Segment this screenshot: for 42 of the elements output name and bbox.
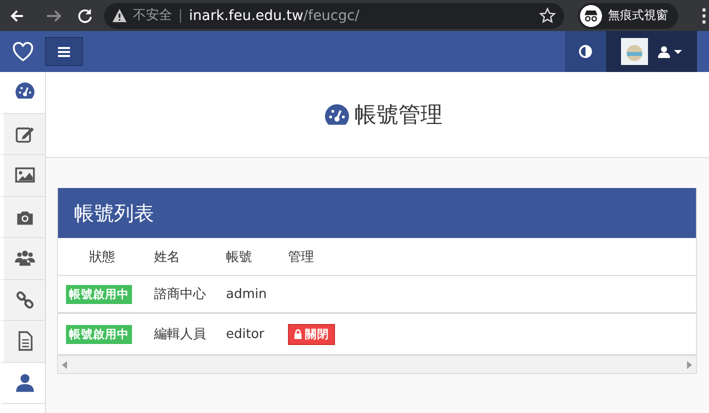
sidebar-item[interactable]: [0, 362, 45, 404]
lock-icon: [294, 329, 302, 339]
sidebar-item[interactable]: [0, 155, 45, 196]
more-icon[interactable]: [701, 6, 707, 24]
dashboard-icon: [324, 104, 348, 125]
url-text: inark.feu.edu.tw/feucgc/: [189, 8, 360, 24]
status-badge: 帳號啟用中: [66, 284, 132, 304]
sidebar-item[interactable]: [0, 280, 45, 321]
avatar-image: [621, 38, 648, 65]
sidebar-item[interactable]: [0, 321, 45, 362]
heart-icon[interactable]: [12, 42, 34, 62]
contrast-button[interactable]: [565, 31, 606, 72]
reload-icon[interactable]: [76, 6, 94, 24]
sidebar-item[interactable]: [0, 196, 45, 238]
column-header: 管理: [280, 238, 696, 276]
link-icon: [14, 290, 34, 310]
caret-icon: [674, 50, 682, 54]
user-icon: [658, 46, 670, 58]
contrast-icon: [579, 45, 592, 58]
status-badge: 帳號啟用中: [66, 324, 132, 344]
security-label: 不安全: [133, 8, 181, 22]
sidebar-item[interactable]: [0, 114, 45, 155]
profile-button[interactable]: 無痕式視窗: [578, 2, 678, 28]
incognito-icon: [580, 4, 602, 26]
column-header: 帳號: [218, 238, 280, 276]
sidebar-item[interactable]: [0, 238, 45, 280]
user-icon: [14, 372, 34, 393]
panel-header: 帳號列表: [58, 188, 696, 238]
warning-icon[interactable]: [112, 8, 127, 23]
table-cell: admin: [218, 276, 280, 313]
column-header: 狀態: [58, 238, 146, 276]
star-icon[interactable]: [539, 7, 556, 24]
menu-icon: [58, 46, 70, 56]
image-icon: [14, 165, 34, 186]
column-header: 姓名: [146, 238, 218, 276]
address-bar[interactable]: 不安全 inark.feu.edu.tw/feucgc/: [104, 2, 564, 28]
table-cell: 諮商中心: [146, 276, 218, 313]
close-account-button[interactable]: 關閉: [288, 324, 335, 344]
user-menu-button[interactable]: [606, 31, 697, 72]
users-icon: [14, 248, 34, 268]
menu-button[interactable]: [45, 37, 83, 66]
page-title: 帳號管理: [354, 102, 442, 130]
